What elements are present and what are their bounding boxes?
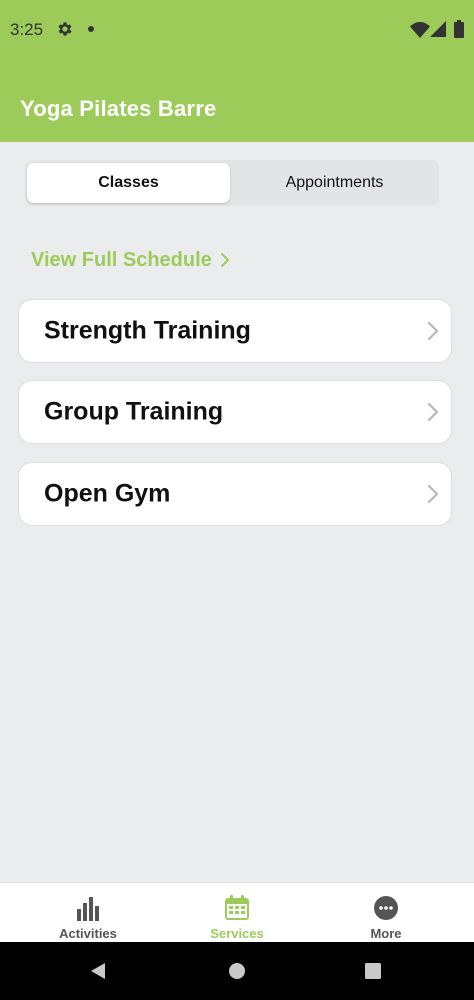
- tab-label: More: [370, 926, 402, 941]
- system-navigation-bar: [0, 942, 474, 1000]
- wifi-icon: [410, 22, 430, 38]
- back-icon[interactable]: [89, 962, 107, 980]
- calendar-icon: [225, 895, 249, 920]
- category-card-open-gym[interactable]: Open Gym: [18, 462, 452, 526]
- status-time: 3:25: [10, 20, 44, 39]
- category-card-strength-training[interactable]: Strength Training: [18, 299, 452, 363]
- segmented-control: Classes Appointments: [25, 160, 439, 206]
- recents-icon[interactable]: [365, 963, 381, 979]
- bottom-tab-bar: Activities Services More: [0, 882, 474, 943]
- category-label: Strength Training: [44, 316, 251, 345]
- bar-chart-icon: [77, 897, 99, 921]
- tab-label: Services: [210, 926, 264, 941]
- view-full-schedule-label: View Full Schedule: [31, 248, 212, 271]
- tab-more[interactable]: More: [307, 883, 465, 943]
- notification-dot-icon: [88, 26, 94, 32]
- category-label: Group Training: [44, 397, 224, 426]
- tab-appointments[interactable]: Appointments: [233, 163, 436, 203]
- view-full-schedule-link[interactable]: View Full Schedule: [31, 246, 230, 274]
- status-bar: 3:25: [0, 0, 474, 60]
- tab-label: Activities: [59, 926, 117, 941]
- chevron-right-icon: [427, 402, 439, 422]
- chevron-right-icon: [427, 321, 439, 341]
- tab-activities[interactable]: Activities: [9, 883, 167, 943]
- category-card-group-training[interactable]: Group Training: [18, 380, 452, 444]
- chevron-right-icon: [220, 253, 229, 267]
- tab-classes[interactable]: Classes: [27, 163, 230, 203]
- gear-icon: [58, 22, 72, 36]
- tab-services[interactable]: Services: [158, 883, 316, 943]
- chevron-right-icon: [427, 484, 439, 504]
- app-header: 3:25 Yoga Pilates Barre: [0, 0, 474, 142]
- category-label: Open Gym: [44, 479, 171, 508]
- signal-icon: [430, 21, 446, 37]
- home-icon[interactable]: [228, 962, 246, 980]
- page-title: Yoga Pilates Barre: [20, 96, 217, 121]
- more-dots-icon: [374, 896, 398, 920]
- battery-icon: [454, 20, 464, 38]
